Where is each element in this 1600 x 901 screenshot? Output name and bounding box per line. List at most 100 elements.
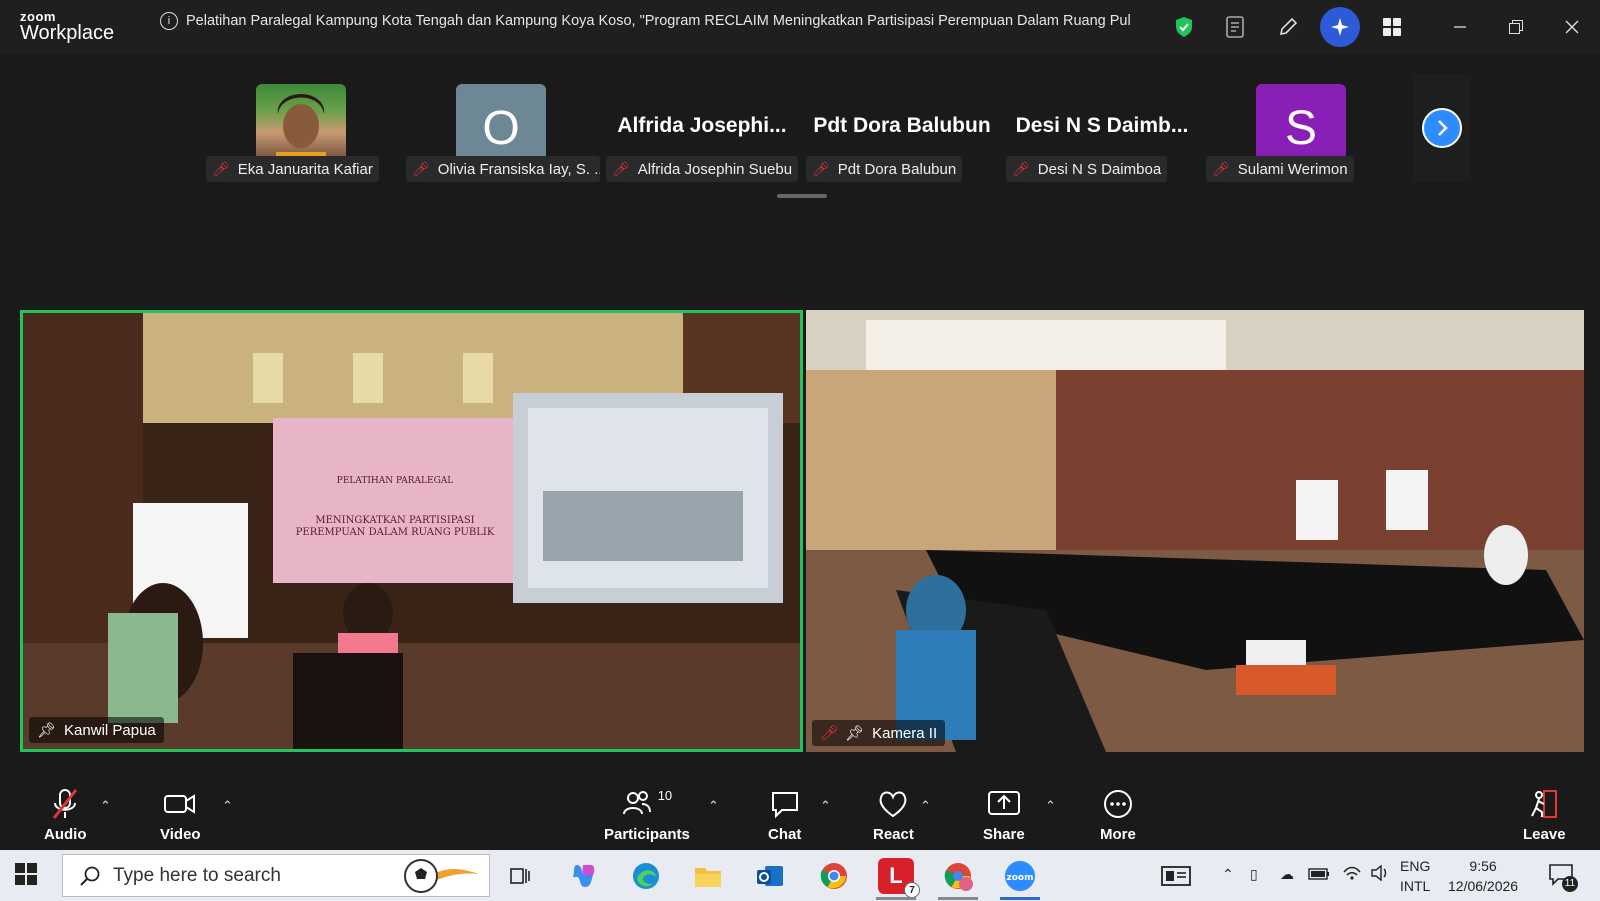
- participants-button[interactable]: 10 Participants: [604, 788, 690, 843]
- device-icon[interactable]: ▯: [1250, 864, 1258, 884]
- clock-date: 12/06/2026: [1448, 878, 1519, 894]
- copilot-icon[interactable]: [566, 858, 602, 894]
- video-tile-kanwil-papua[interactable]: PELATIHAN PARALEGAL MENINGKATKAN PARTISI…: [20, 310, 803, 752]
- participant-name: Pdt Dora Balubun: [837, 160, 957, 178]
- video-name-label: 📌︎ Kanwil Papua: [29, 717, 164, 743]
- meeting-title-text: Pelatihan Paralegal Kampung Kota Tengah …: [186, 13, 1131, 29]
- next-page-button[interactable]: [1413, 74, 1471, 182]
- onedrive-cloud-icon[interactable]: ☁: [1280, 864, 1294, 884]
- task-view-icon[interactable]: [502, 858, 538, 894]
- zoom-logo: zoom Workplace: [20, 10, 114, 43]
- mic-muted-icon: 🎤︎: [1012, 160, 1030, 177]
- leave-button[interactable]: Leave: [1523, 788, 1566, 843]
- app-l-letter: L: [889, 863, 903, 888]
- news-widget-icon[interactable]: [1158, 858, 1194, 894]
- share-button[interactable]: Share: [983, 788, 1025, 843]
- chrome-profile-icon[interactable]: [940, 858, 976, 894]
- clock[interactable]: 9:56 12/06/2026: [1448, 856, 1518, 896]
- participants-label: Participants: [604, 826, 690, 843]
- meeting-title[interactable]: i Pelatihan Paralegal Kampung Kota Tenga…: [160, 12, 1140, 30]
- file-explorer-icon[interactable]: [690, 858, 726, 894]
- restore-icon[interactable]: [1488, 0, 1544, 54]
- svg-text:PELATIHAN PARALEGAL: PELATIHAN PARALEGAL: [337, 476, 453, 486]
- more-button[interactable]: More: [1100, 788, 1136, 843]
- participant-name: Alfrida Josephin Suebu: [637, 160, 793, 178]
- input-language[interactable]: ENG INTL: [1400, 856, 1430, 896]
- react-label: React: [873, 826, 914, 843]
- avatar-letter: S: [1284, 101, 1317, 155]
- participant-display-name: Pdt Dora Balubun: [813, 114, 991, 137]
- ai-companion-icon[interactable]: [1320, 7, 1360, 47]
- notification-center-icon[interactable]: 11: [1548, 862, 1578, 892]
- leave-label: Leave: [1523, 826, 1566, 843]
- react-options-caret[interactable]: ⌃: [920, 798, 931, 814]
- mic-muted-icon: 🎤︎: [1212, 160, 1230, 177]
- notes-icon[interactable]: [1216, 7, 1256, 47]
- wifi-icon[interactable]: [1342, 864, 1362, 887]
- participant-name: Sulami Werimon: [1237, 160, 1348, 178]
- apps-grid-icon[interactable]: [1372, 7, 1412, 47]
- more-label: More: [1100, 826, 1136, 843]
- svg-text:MENINGKATKAN PARTISIPASI: MENINGKATKAN PARTISIPASI: [315, 515, 474, 526]
- whiteboard-pencil-icon[interactable]: [1268, 7, 1308, 47]
- zoom-app-icon[interactable]: zoom: [1002, 858, 1038, 894]
- audio-label: Audio: [44, 826, 87, 843]
- notification-count: 11: [1562, 876, 1578, 892]
- app-l-icon[interactable]: L 7: [878, 858, 920, 898]
- chevron-right-icon: [1422, 108, 1462, 148]
- info-icon[interactable]: i: [160, 12, 178, 30]
- minimize-icon[interactable]: [1432, 0, 1488, 54]
- video-camera-icon: [164, 794, 196, 814]
- participant-tile[interactable]: S 🎤︎ Sulami Werimon: [1204, 84, 1400, 194]
- volume-icon[interactable]: [1370, 864, 1390, 887]
- clock-time: 9:56: [1469, 858, 1497, 874]
- tray-chevron-up-icon[interactable]: ⌃: [1222, 864, 1234, 884]
- video-label-text: Kamera II: [872, 724, 938, 742]
- video-label: Video: [160, 826, 201, 843]
- video-options-caret[interactable]: ⌃: [222, 798, 233, 814]
- keyboard-layout: INTL: [1400, 878, 1431, 894]
- participant-tile[interactable]: Desi N S Daimb... 🎤︎ Desi N S Daimboa: [1004, 84, 1200, 194]
- participants-count: 10: [657, 788, 673, 803]
- chat-bubble-icon: [771, 792, 798, 819]
- pin-icon: 📌︎: [845, 725, 865, 742]
- encryption-shield-icon[interactable]: [1164, 7, 1204, 47]
- mic-muted-icon: 🎤︎: [412, 160, 430, 177]
- chrome-icon[interactable]: [816, 858, 852, 894]
- strip-scroll-indicator[interactable]: [777, 194, 827, 198]
- outlook-icon[interactable]: [752, 858, 788, 894]
- taskbar-search-box[interactable]: Type here to search: [62, 854, 490, 897]
- participant-tile[interactable]: O 🎤︎ Olivia Fransiska Iay, S. ...: [404, 84, 600, 194]
- chat-button[interactable]: Chat: [768, 788, 801, 843]
- participant-name-pill: 🎤︎ Desi N S Daimboa: [1006, 156, 1168, 182]
- windows-start-icon[interactable]: [14, 862, 38, 891]
- participant-tile[interactable]: Pdt Dora Balubun 🎤︎ Pdt Dora Balubun: [804, 84, 1000, 194]
- edge-browser-icon[interactable]: [628, 858, 664, 894]
- search-highlight-soccer-icon: [404, 858, 479, 893]
- video-button[interactable]: Video: [160, 788, 201, 843]
- chat-options-caret[interactable]: ⌃: [820, 798, 831, 814]
- share-label: Share: [983, 826, 1025, 843]
- share-options-caret[interactable]: ⌃: [1045, 798, 1056, 814]
- audio-button[interactable]: Audio: [44, 788, 87, 843]
- video-name-label: 🎤︎ 📌︎ Kamera II: [812, 720, 946, 746]
- mic-muted-icon: 🎤︎: [212, 160, 230, 177]
- participant-display-name: Desi N S Daimb...: [1015, 114, 1189, 137]
- share-screen-icon: [987, 791, 1020, 815]
- participant-name-pill: 🎤︎ Eka Januarita Kafiar: [206, 156, 379, 182]
- mic-muted-icon: 🎤︎: [820, 725, 840, 742]
- participants-icon: [622, 791, 651, 815]
- battery-icon[interactable]: [1308, 866, 1330, 886]
- participants-options-caret[interactable]: ⌃: [708, 798, 719, 814]
- react-button[interactable]: React: [873, 788, 914, 843]
- video-tile-kamera-ii[interactable]: 🎤︎ 📌︎ Kamera II: [806, 310, 1584, 752]
- mic-muted-icon: 🎤︎: [812, 160, 830, 177]
- participant-name-pill: 🎤︎ Sulami Werimon: [1206, 156, 1354, 182]
- search-placeholder: Type here to search: [113, 864, 281, 886]
- participant-tile[interactable]: Alfrida Josephi... 🎤︎ Alfrida Josephin Su…: [604, 84, 800, 194]
- close-icon[interactable]: [1544, 0, 1600, 54]
- audio-options-caret[interactable]: ⌃: [100, 798, 111, 814]
- more-dots-icon: [1103, 790, 1132, 818]
- participant-name: Desi N S Daimboa: [1037, 160, 1162, 178]
- participant-tile[interactable]: 🎤︎ Eka Januarita Kafiar: [204, 84, 400, 194]
